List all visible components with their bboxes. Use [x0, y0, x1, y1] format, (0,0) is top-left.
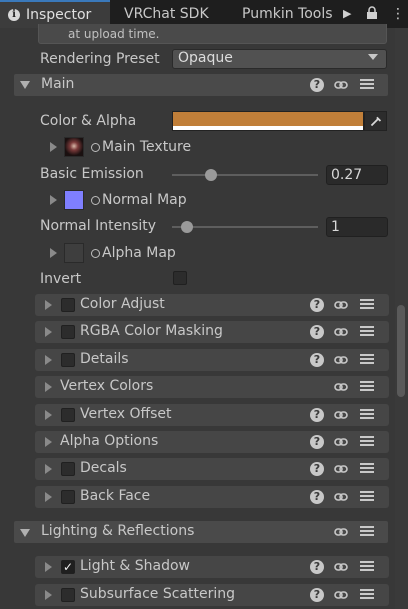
foldout-collapsed-icon[interactable] — [50, 142, 57, 152]
subpanel-label: RGBA Color Masking — [80, 323, 223, 340]
basic-emission-slider-knob[interactable] — [205, 169, 218, 181]
normal-map-label: Normal Map — [102, 192, 187, 208]
menu-icon[interactable] — [360, 489, 374, 503]
rgba-color-masking-checkbox[interactable] — [61, 325, 75, 340]
basic-emission-field[interactable]: 0.27 — [326, 165, 388, 185]
foldout-expanded-icon[interactable] — [20, 81, 30, 89]
foldout-collapsed-icon[interactable] — [50, 195, 57, 205]
menu-icon[interactable] — [360, 324, 374, 338]
menu-icon[interactable] — [360, 434, 374, 448]
link-icon[interactable] — [334, 525, 348, 539]
alpha-map-label: Alpha Map — [102, 245, 176, 261]
help-text: at upload time. — [68, 27, 160, 41]
foldout-collapsed-icon[interactable] — [45, 409, 52, 420]
subpanel-label: Color Adjust — [80, 296, 165, 312]
color-swatch — [173, 112, 363, 126]
foldout-collapsed-icon[interactable] — [45, 327, 52, 338]
foldout-collapsed-icon[interactable] — [45, 491, 52, 502]
rendering-preset-label: Rendering Preset — [40, 51, 160, 67]
basic-emission-slider-track[interactable] — [172, 174, 318, 176]
link-icon[interactable] — [334, 560, 348, 574]
rendering-preset-value: Opaque — [178, 50, 233, 66]
foldout-expanded-icon[interactable] — [20, 529, 30, 537]
help-icon[interactable]: ? — [310, 78, 324, 92]
lock-icon[interactable] — [366, 6, 378, 20]
help-icon[interactable]: ? — [310, 298, 324, 312]
help-icon[interactable]: ? — [310, 407, 324, 422]
normal-intensity-field[interactable]: 1 — [326, 217, 388, 237]
normal-intensity-slider-track[interactable] — [172, 226, 318, 228]
dropdown-arrow-icon — [368, 54, 378, 60]
vertex-offset-checkbox[interactable] — [61, 407, 75, 422]
help-icon[interactable]: ? — [310, 489, 324, 504]
more-options-icon[interactable]: ⋮ — [391, 6, 405, 22]
link-icon[interactable] — [334, 435, 348, 449]
info-icon: i — [8, 9, 20, 21]
foldout-collapsed-icon[interactable] — [45, 300, 52, 310]
link-icon[interactable] — [334, 588, 348, 602]
tab-scroll-right-icon[interactable]: ▶ — [343, 7, 357, 21]
details-checkbox[interactable] — [61, 352, 75, 367]
decals-checkbox[interactable] — [61, 462, 75, 477]
light-shadow-checkbox[interactable]: ✓ — [61, 560, 75, 574]
main-texture-thumbnail[interactable] — [64, 137, 84, 157]
foldout-collapsed-icon[interactable] — [45, 382, 52, 393]
object-picker-icon[interactable] — [91, 143, 100, 152]
link-icon[interactable] — [334, 78, 348, 92]
foldout-collapsed-icon[interactable] — [45, 590, 52, 600]
link-icon[interactable] — [334, 325, 348, 339]
subpanel-label: Vertex Colors — [60, 378, 154, 395]
menu-icon[interactable] — [360, 407, 374, 421]
back-face-checkbox[interactable] — [61, 489, 75, 504]
invert-checkbox[interactable] — [173, 271, 187, 285]
object-picker-icon[interactable] — [91, 196, 100, 205]
link-icon[interactable] — [334, 353, 348, 367]
color-alpha-label: Color & Alpha — [40, 113, 137, 129]
help-icon[interactable]: ? — [310, 588, 324, 602]
invert-label: Invert — [40, 271, 82, 287]
subpanel-label: Vertex Offset — [80, 405, 172, 422]
menu-icon[interactable] — [360, 352, 374, 366]
menu-icon[interactable] — [360, 379, 374, 393]
subpanel-label: Alpha Options — [60, 433, 159, 449]
menu-icon[interactable] — [360, 461, 374, 475]
subpanel-label: Subsurface Scattering — [80, 586, 235, 602]
subpanel-label: Back Face — [80, 487, 151, 504]
link-icon[interactable] — [334, 380, 348, 394]
scrollbar-thumb[interactable] — [397, 305, 405, 397]
foldout-collapsed-icon[interactable] — [45, 354, 52, 365]
normal-intensity-slider-knob[interactable] — [180, 221, 193, 233]
foldout-collapsed-icon[interactable] — [45, 562, 52, 572]
subsurface-scattering-checkbox[interactable] — [61, 588, 75, 602]
menu-icon[interactable] — [360, 587, 374, 601]
help-icon[interactable]: ? — [310, 560, 324, 574]
color-adjust-checkbox[interactable] — [61, 298, 75, 312]
link-icon[interactable] — [334, 298, 348, 312]
main-section-title: Main — [41, 76, 75, 92]
alpha-map-thumbnail[interactable] — [64, 243, 84, 263]
eyedropper-icon[interactable] — [364, 111, 387, 131]
link-icon[interactable] — [334, 490, 348, 504]
foldout-collapsed-icon[interactable] — [45, 437, 52, 447]
link-icon[interactable] — [334, 408, 348, 422]
main-texture-label: Main Texture — [102, 139, 192, 155]
subpanel-label: Light & Shadow — [80, 558, 190, 574]
subpanel-label: Details — [80, 350, 129, 367]
foldout-collapsed-icon[interactable] — [50, 248, 57, 258]
normal-intensity-label: Normal Intensity — [40, 218, 157, 234]
menu-icon[interactable] — [360, 297, 374, 311]
menu-icon[interactable] — [360, 77, 374, 91]
subpanel-label: Decals — [80, 460, 127, 477]
tab-inspector-label: Inspector — [26, 7, 92, 23]
menu-icon[interactable] — [360, 559, 374, 573]
basic-emission-label: Basic Emission — [40, 166, 144, 182]
help-icon[interactable]: ? — [310, 352, 324, 367]
object-picker-icon[interactable] — [91, 249, 100, 258]
normal-map-thumbnail[interactable] — [64, 190, 84, 210]
help-icon[interactable]: ? — [310, 435, 324, 449]
lighting-section-title: Lighting & Reflections — [41, 523, 195, 539]
menu-icon[interactable] — [360, 524, 374, 538]
foldout-collapsed-icon[interactable] — [45, 464, 52, 475]
link-icon[interactable] — [334, 462, 348, 476]
